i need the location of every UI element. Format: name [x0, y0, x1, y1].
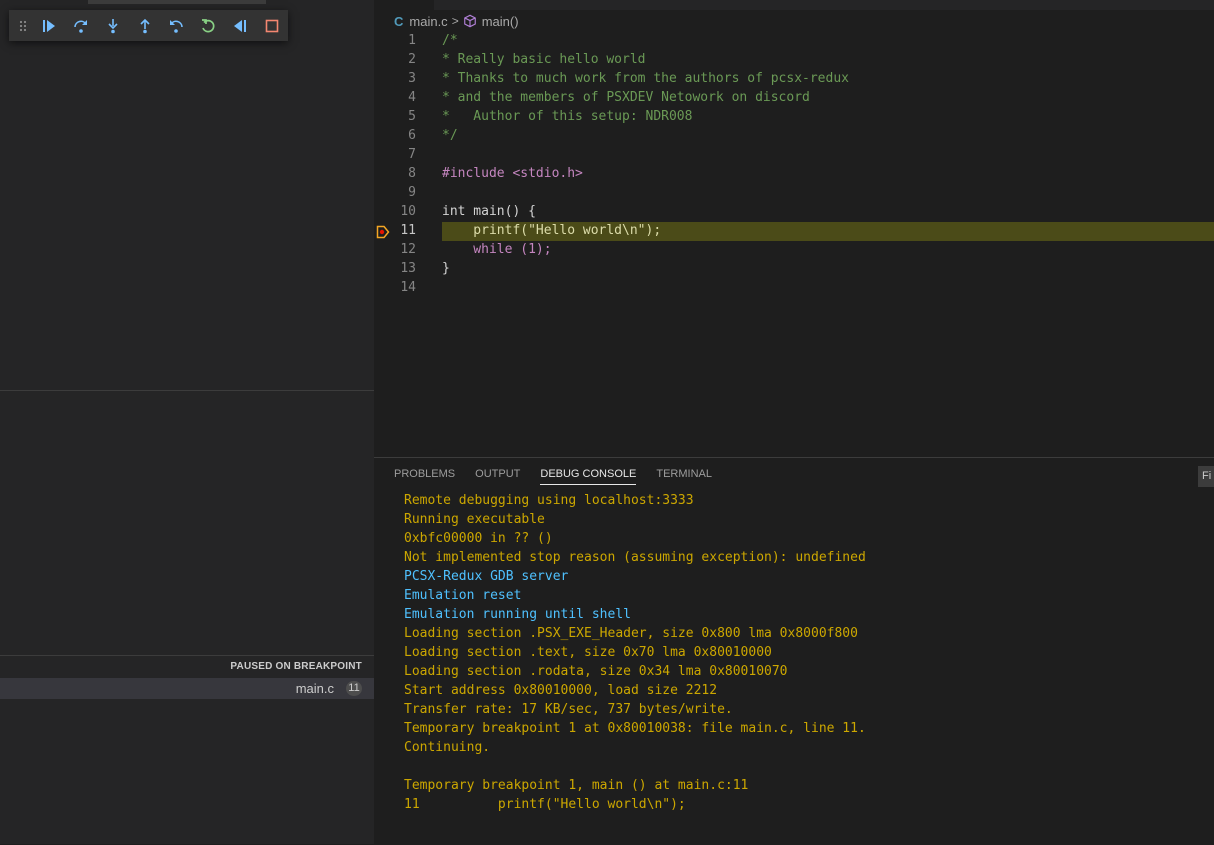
line-number: 5 — [408, 109, 416, 124]
drag-grip-icon[interactable] — [13, 14, 33, 38]
code-text: * and the members of PSXDEV Netowork on … — [442, 90, 810, 105]
stop-icon[interactable] — [256, 14, 288, 38]
line-number: 6 — [408, 128, 416, 143]
console-line: Temporary breakpoint 1 at 0x80010038: fi… — [404, 721, 866, 736]
line-number: 13 — [400, 261, 416, 276]
code-line[interactable]: 10 int main() { — [374, 202, 1214, 221]
code-text: int main() { — [442, 204, 536, 219]
console-line: Start address 0x80010000, load size 2212 — [404, 683, 718, 698]
console-line: 11 printf("Hello world\n"); — [404, 797, 686, 812]
divider — [0, 390, 374, 391]
code-line[interactable]: 2 * Really basic hello world — [374, 50, 1214, 69]
editor-tab-strip — [434, 0, 1214, 10]
line-number: 12 — [400, 242, 416, 257]
line-number: 9 — [408, 185, 416, 200]
code-text: /* — [442, 33, 458, 48]
callstack-header: PAUSED ON BREAKPOINT — [230, 661, 362, 672]
console-line: Loading section .PSX_EXE_Header, size 0x… — [404, 626, 858, 641]
breadcrumb-symbol[interactable]: main() — [482, 14, 519, 29]
line-number: 1 — [408, 33, 416, 48]
symbol-method-icon — [463, 14, 476, 28]
panel-tabs: PROBLEMS OUTPUT DEBUG CONSOLE TERMINAL — [394, 468, 732, 485]
line-number: 11 — [400, 223, 416, 238]
step-back-icon[interactable] — [160, 14, 192, 38]
console-line: Remote debugging using localhost:3333 — [404, 493, 694, 508]
console-line: PCSX-Redux GDB server — [404, 569, 569, 584]
code-line[interactable]: 8 #include <stdio.h> — [374, 164, 1214, 183]
code-line[interactable]: 3 * Thanks to much work from the authors… — [374, 69, 1214, 88]
frame-line-badge: 11 — [346, 681, 362, 696]
code-text: while (1); — [442, 242, 552, 257]
line-number: 4 — [408, 90, 416, 105]
code-line[interactable]: 13 } — [374, 259, 1214, 278]
code-text: } — [442, 261, 450, 276]
console-line: Emulation running until shell — [404, 607, 631, 622]
code-line[interactable]: 4 * and the members of PSXDEV Netowork o… — [374, 88, 1214, 107]
console-line: 0xbfc00000 in ?? () — [404, 531, 553, 546]
console-line: Running executable — [404, 512, 545, 527]
code-text: printf("Hello world\n"); — [442, 223, 662, 238]
step-into-icon[interactable] — [97, 14, 129, 38]
chevron-right-icon: > — [451, 14, 459, 28]
sidebar-top-tab[interactable] — [88, 0, 266, 4]
code-line[interactable]: 14 — [374, 278, 1214, 297]
console-line: Transfer rate: 17 KB/sec, 737 bytes/writ… — [404, 702, 733, 717]
console-line: Emulation reset — [404, 588, 522, 603]
code-text: * Really basic hello world — [442, 52, 646, 67]
console-filter-input[interactable]: Fi — [1198, 466, 1214, 487]
callstack-frame[interactable]: main.c 11 — [0, 678, 374, 699]
code-text: * Author of this setup: NDR008 — [442, 109, 693, 124]
line-number: 10 — [400, 204, 416, 219]
code-text: * Thanks to much work from the authors o… — [442, 71, 849, 86]
reverse-continue-icon[interactable] — [224, 14, 256, 38]
breadcrumb-file[interactable]: main.c — [409, 14, 447, 29]
debug-toolbar — [9, 10, 288, 41]
code-line[interactable]: 5 * Author of this setup: NDR008 — [374, 107, 1214, 126]
code-text: #include <stdio.h> — [442, 166, 583, 181]
console-line: Continuing. — [404, 740, 491, 755]
code-line[interactable]: 6 */ — [374, 126, 1214, 145]
editor: C main.c > main() 1 /* 2 * Really basic … — [374, 0, 1214, 456]
line-number: 8 — [408, 166, 416, 181]
code-line[interactable]: 12 while (1); — [374, 240, 1214, 259]
restart-icon[interactable] — [192, 14, 224, 38]
code-line[interactable]: 7 — [374, 145, 1214, 164]
console-line: Loading section .text, size 0x70 lma 0x8… — [404, 645, 772, 660]
line-number: 14 — [400, 280, 416, 295]
breadcrumb: C main.c > main() — [394, 12, 519, 30]
step-over-icon[interactable] — [65, 14, 97, 38]
line-number: 2 — [408, 52, 416, 67]
c-file-icon: C — [394, 13, 404, 29]
tab-terminal[interactable]: TERMINAL — [656, 468, 712, 485]
console-line: Loading section .rodata, size 0x34 lma 0… — [404, 664, 788, 679]
tab-output[interactable]: OUTPUT — [475, 468, 520, 485]
bottom-panel: PROBLEMS OUTPUT DEBUG CONSOLE TERMINAL F… — [374, 457, 1214, 845]
code-line[interactable]: 1 /* — [374, 31, 1214, 50]
line-number: 7 — [408, 147, 416, 162]
console-line: Not implemented stop reason (assuming ex… — [404, 550, 866, 565]
step-out-icon[interactable] — [129, 14, 161, 38]
tab-debug-console[interactable]: DEBUG CONSOLE — [540, 468, 637, 485]
code-line-current[interactable]: 11 printf("Hello world\n"); — [374, 221, 1214, 240]
tab-problems[interactable]: PROBLEMS — [394, 468, 455, 485]
line-number: 3 — [408, 71, 416, 86]
sidebar: PAUSED ON BREAKPOINT main.c 11 — [0, 0, 374, 844]
continue-icon[interactable] — [33, 14, 65, 38]
code-text: */ — [442, 128, 458, 143]
console-line: Temporary breakpoint 1, main () at main.… — [404, 778, 749, 793]
frame-file: main.c — [295, 681, 334, 696]
divider — [0, 655, 374, 656]
code-line[interactable]: 9 — [374, 183, 1214, 202]
